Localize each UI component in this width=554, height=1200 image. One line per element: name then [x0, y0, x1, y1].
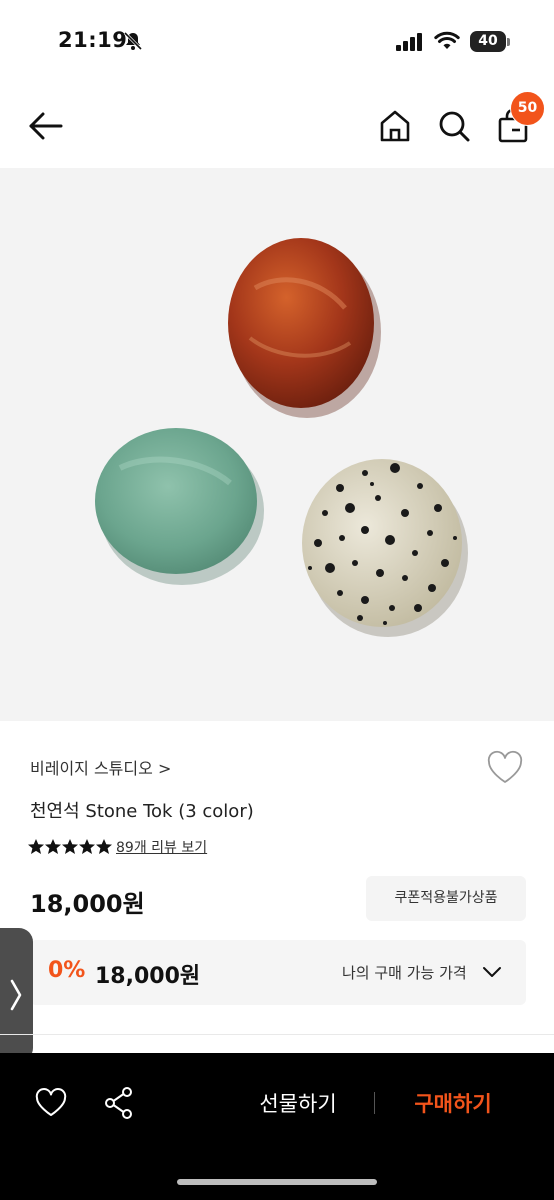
battery-nub [507, 38, 510, 46]
buy-button[interactable]: 구매하기 [400, 1087, 506, 1121]
chevron-right-icon [10, 979, 22, 1011]
star-icon [45, 839, 61, 854]
bottom-action-bar [0, 1053, 554, 1200]
divider [374, 1092, 375, 1114]
price: 18,000원 [30, 890, 145, 918]
cart-count-badge: 50 [510, 91, 545, 126]
brand-link[interactable]: 비레이지 스튜디오 > [30, 755, 171, 779]
star-icon [28, 839, 44, 854]
gift-button[interactable]: 선물하기 [246, 1087, 350, 1121]
home-icon[interactable] [378, 108, 412, 144]
arrow-left-icon[interactable] [26, 108, 66, 144]
star-icon [79, 839, 95, 854]
my-price-label: 나의 구매 가능 가격 [342, 964, 467, 982]
review-link[interactable]: 89개 리뷰 보기 [116, 837, 207, 857]
signal-icon [396, 33, 422, 51]
heart-icon[interactable] [35, 1088, 67, 1118]
divider [0, 1034, 554, 1035]
status-time: 21:19 [58, 28, 128, 52]
star-icon [62, 839, 78, 854]
chevron-down-icon [483, 967, 501, 977]
battery-indicator: 40 [470, 31, 506, 52]
discount-rate: 0% [48, 958, 86, 983]
rating-stars [28, 839, 112, 854]
brand-name: 비레이지 스튜디오 [30, 759, 153, 778]
bell-off-icon [123, 31, 143, 51]
share-icon[interactable] [103, 1086, 135, 1120]
product-title: 천연석 Stone Tok (3 color) [30, 801, 254, 822]
wifi-icon [434, 31, 460, 49]
search-icon[interactable] [437, 108, 471, 144]
chevron-right-icon: > [157, 759, 172, 778]
heart-icon[interactable] [486, 750, 524, 786]
final-price: 18,000원 [95, 964, 201, 989]
home-indicator[interactable] [177, 1179, 377, 1185]
coupon-badge: 쿠폰적용불가상품 [366, 876, 526, 921]
star-icon [96, 839, 112, 854]
product-image[interactable] [0, 168, 554, 721]
